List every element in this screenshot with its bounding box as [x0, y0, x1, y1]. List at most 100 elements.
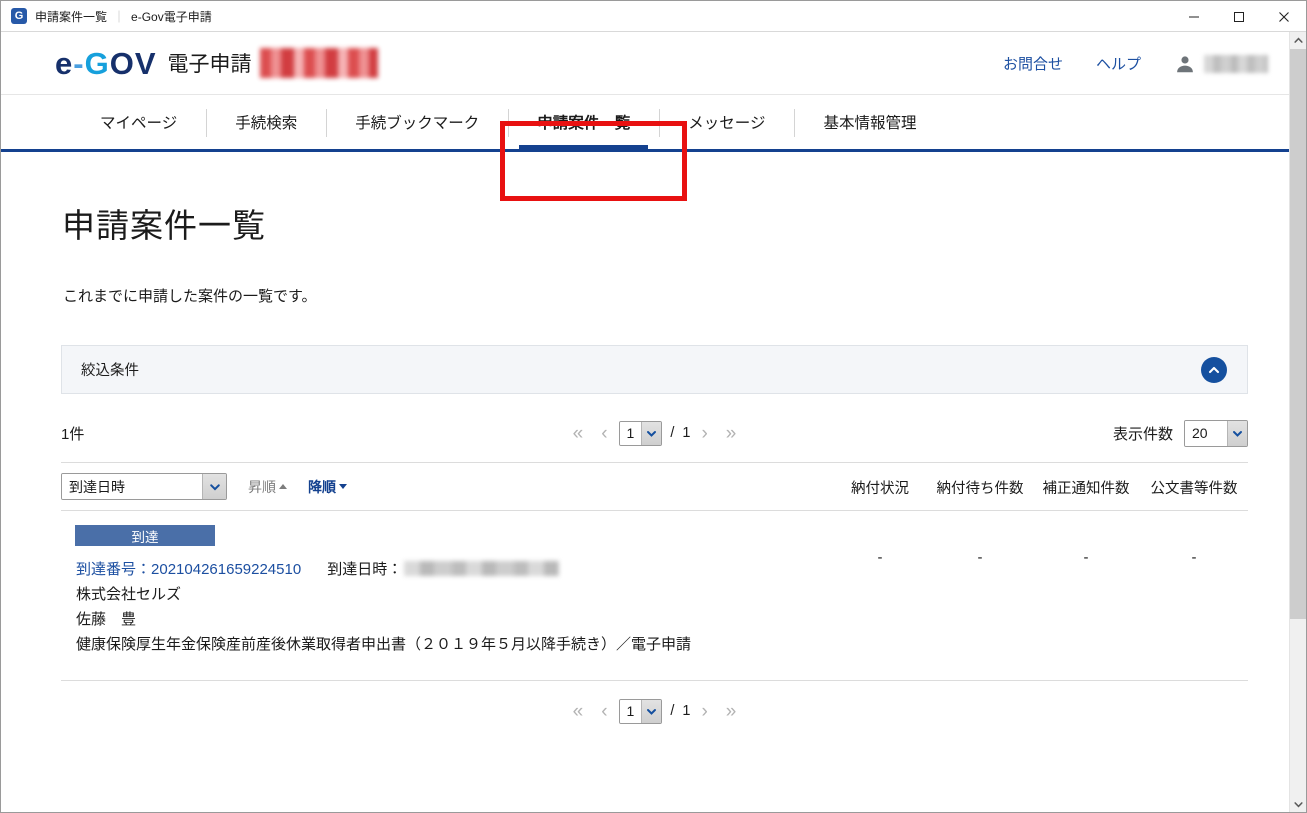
logo-letter-e: e [55, 45, 74, 81]
logo-letters-ov: OV [109, 45, 157, 81]
table-row[interactable]: 到達 到達番号：202104261659224510 到達日時： 株式会社セルズ… [61, 511, 1248, 681]
sort-ascending-label: 昇順 [248, 478, 276, 495]
company-name: 株式会社セルズ [76, 586, 182, 603]
site-logo[interactable]: e-GOV 電子申請 [55, 48, 378, 79]
site-favicon: G [11, 8, 27, 24]
filter-panel-label: 絞込条件 [81, 363, 139, 379]
nav-item-procedure-search[interactable]: 手続検索 [206, 95, 326, 149]
per-page-control: 表示件数 20 [1112, 419, 1248, 447]
browser-window: G 申請案件一覧 ｜ e-Gov電子申請 e-GOV 電子申請 お問合せ ヘルプ… [0, 0, 1307, 813]
chevron-down-icon [641, 699, 662, 723]
logo-subtitle: 電子申請 [167, 53, 252, 76]
scrollbar-thumb[interactable] [1290, 49, 1306, 619]
logo-letter-g: G [84, 45, 110, 81]
pagination-top: « ‹ 1 / 1 › » [61, 420, 1248, 446]
global-nav: マイページ 手続検索 手続ブックマーク 申請案件一覧 メッセージ 基本情報管理 [1, 95, 1306, 152]
caret-up-icon [279, 484, 287, 489]
prev-page-button[interactable]: ‹ [594, 424, 614, 443]
chevron-up-icon[interactable] [1201, 356, 1227, 383]
applicant-name: 佐藤 豊 [76, 611, 137, 628]
sort-key-value: 到達日時 [62, 474, 202, 499]
total-pages-bottom: 1 [682, 703, 691, 719]
person-icon [1174, 53, 1196, 75]
window-tab-subtitle: e-Gov電子申請 [131, 9, 212, 24]
column-header-correction-notices: 補正通知件数 [1042, 481, 1130, 497]
pagination-bottom: « ‹ 1 / 1 › » [61, 681, 1248, 741]
status-badge: 到達 [75, 525, 215, 546]
cell-pending-payments: - [977, 549, 983, 566]
cell-payment-status: - [877, 549, 883, 566]
header-utility-nav: お問合せ ヘルプ [1003, 32, 1268, 95]
sort-descending-button[interactable]: 降順 [308, 477, 347, 497]
prev-page-button-bottom[interactable]: ‹ [594, 702, 614, 721]
procedure-name: 健康保険厚生年金保険産前産後休業取得者申出書（２０１９年５月以降手続き）／電子申… [76, 636, 692, 653]
title-separator: ｜ [113, 9, 126, 24]
cell-correction-notices: - [1083, 549, 1089, 566]
window-tab-title: 申請案件一覧 [35, 9, 108, 24]
page-viewport: e-GOV 電子申請 お問合せ ヘルプ マイページ 手続検索 手続ブックマーク … [1, 32, 1306, 812]
vertical-scrollbar[interactable] [1289, 32, 1306, 812]
user-menu[interactable] [1174, 53, 1268, 75]
window-titlebar: G 申請案件一覧 ｜ e-Gov電子申請 [1, 1, 1306, 32]
first-page-button[interactable]: « [566, 424, 591, 443]
redacted-username-block [1204, 54, 1268, 73]
list-toolbar: 1件 « ‹ 1 / 1 › » 表示件数 20 [61, 404, 1248, 462]
nav-item-procedure-bookmark[interactable]: 手続ブックマーク [326, 95, 508, 149]
per-page-value: 20 [1185, 420, 1227, 446]
sort-ascending-button[interactable]: 昇順 [248, 477, 287, 497]
maximize-button[interactable] [1216, 1, 1261, 32]
row-metric-cells: - - - - [832, 549, 1248, 566]
redacted-datetime-block [404, 561, 560, 576]
next-page-button[interactable]: › [694, 424, 714, 443]
nav-item-basic-info[interactable]: 基本情報管理 [794, 95, 945, 149]
per-page-select[interactable]: 20 [1184, 419, 1248, 447]
per-page-label: 表示件数 [1112, 425, 1173, 443]
next-page-button-bottom[interactable]: › [694, 702, 714, 721]
site-header: e-GOV 電子申請 お問合せ ヘルプ [1, 32, 1306, 95]
page-title: 申請案件一覧 [62, 207, 266, 244]
filter-conditions-panel[interactable]: 絞込条件 [61, 345, 1248, 394]
page-description: これまでに申請した案件の一覧です。 [63, 288, 317, 305]
page-select-top[interactable]: 1 [618, 420, 663, 446]
pagination-bottom-group: « ‹ 1 / 1 › » [566, 698, 744, 724]
last-page-button-bottom[interactable]: » [719, 702, 744, 721]
arrival-number-link[interactable]: 到達番号：202104261659224510 [76, 558, 301, 579]
contact-link[interactable]: お問合せ [1003, 53, 1063, 74]
first-page-button-bottom[interactable]: « [566, 702, 591, 721]
sort-key-select[interactable]: 到達日時 [61, 473, 227, 500]
page-select-bottom[interactable]: 1 [618, 698, 663, 724]
page-select-value-bottom: 1 [619, 699, 642, 723]
column-headers: 納付状況 納付待ち件数 補正通知件数 公文書等件数 [832, 463, 1248, 512]
column-header-official-documents: 公文書等件数 [1150, 481, 1238, 497]
caret-down-icon [339, 484, 347, 489]
egov-logo-mark: e-GOV [55, 48, 157, 79]
column-header-payment-status: 納付状況 [851, 481, 909, 497]
scroll-down-button[interactable] [1290, 796, 1306, 812]
close-button[interactable] [1261, 1, 1306, 32]
column-header-pending-payments: 納付待ち件数 [936, 481, 1024, 497]
sort-descending-label: 降順 [308, 478, 336, 495]
page-select-value: 1 [619, 421, 642, 445]
page-separator: / [670, 425, 675, 441]
sort-and-column-header-row: 到達日時 昇順 降順 納付状況 納付待ち件数 補正通知件数 公文書等件数 [61, 462, 1248, 511]
nav-item-mypage[interactable]: マイページ [71, 95, 206, 149]
arrival-datetime-label: 到達日時： [327, 561, 403, 578]
arrival-number-label: 到達番号： [76, 561, 152, 578]
total-pages-top: 1 [682, 425, 691, 441]
chevron-down-icon [1227, 420, 1247, 446]
scroll-up-button[interactable] [1290, 32, 1306, 49]
last-page-button[interactable]: » [719, 424, 744, 443]
help-link[interactable]: ヘルプ [1096, 53, 1141, 74]
nav-item-application-list[interactable]: 申請案件一覧 [508, 95, 659, 152]
arrival-number-value: 202104261659224510 [151, 561, 302, 578]
main-content: 申請案件一覧 これまでに申請した案件の一覧です。 絞込条件 1件 « ‹ 1 /… [1, 199, 1306, 741]
nav-item-messages[interactable]: メッセージ [659, 95, 794, 149]
redacted-banner-block [259, 48, 378, 78]
page-separator-bottom: / [670, 703, 675, 719]
chevron-down-icon [641, 421, 662, 445]
minimize-button[interactable] [1171, 1, 1216, 32]
chevron-down-icon [202, 474, 226, 499]
logo-dash: - [73, 45, 85, 81]
cell-official-documents: - [1191, 549, 1197, 566]
window-controls [1171, 1, 1306, 32]
